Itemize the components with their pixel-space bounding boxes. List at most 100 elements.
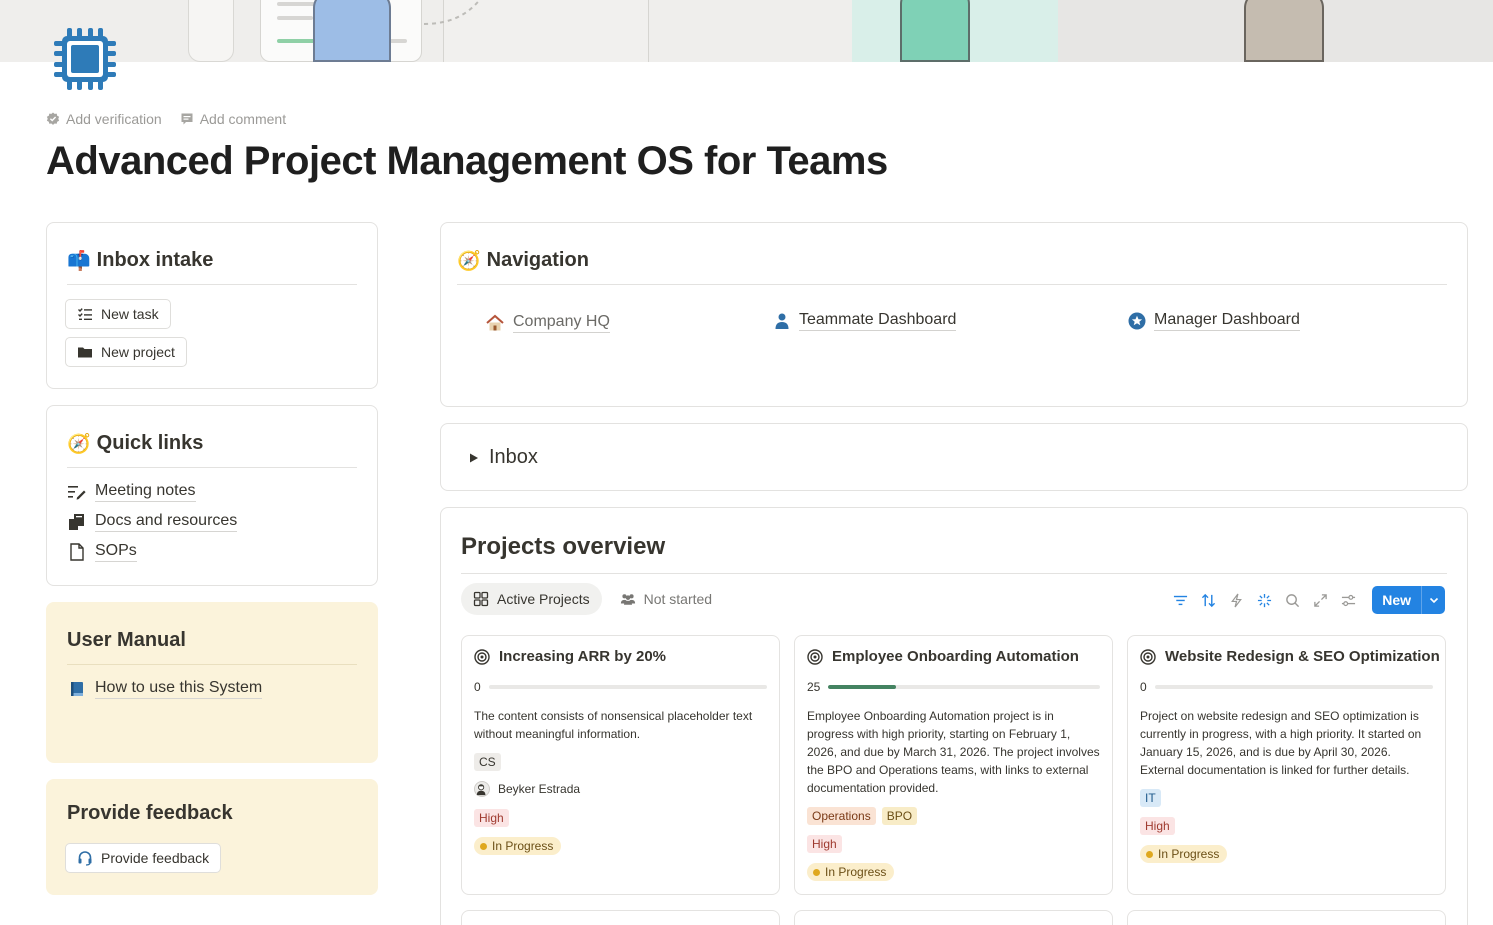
target-icon	[474, 648, 490, 665]
cover-illustration-panel	[1058, 0, 1493, 62]
manager-dashboard-link[interactable]: Manager Dashboard	[1128, 311, 1300, 331]
team-tag: Operations	[807, 807, 876, 825]
team-tags: IT	[1140, 789, 1161, 807]
tab-active-projects[interactable]: Active Projects	[461, 583, 602, 615]
how-to-use-label: How to use this System	[95, 679, 263, 699]
meeting-notes-link[interactable]: Meeting notes	[67, 482, 196, 502]
navigation-card: 🧭 Navigation Company HQ Teammate Dashboa…	[440, 222, 1468, 407]
docs-resources-link[interactable]: Docs and resources	[67, 512, 238, 532]
add-comment-button[interactable]: Add comment	[180, 111, 286, 127]
project-card[interactable]	[1127, 910, 1446, 925]
new-task-button[interactable]: New task	[65, 299, 171, 329]
projects-overview-card: Projects overview Active Projects Not st…	[440, 507, 1468, 925]
project-card[interactable]: Increasing ARR by 20% 0 The content cons…	[461, 635, 780, 895]
triangle-right-icon	[470, 453, 478, 462]
avatar	[474, 781, 490, 797]
documents-icon	[69, 514, 84, 530]
project-card[interactable]: Employee Onboarding Automation 25 Employ…	[794, 635, 1113, 895]
tab-not-started-label: Not started	[643, 591, 713, 607]
project-card[interactable]	[461, 910, 780, 925]
task-list-icon	[78, 308, 92, 320]
compass-icon: 🧭	[67, 433, 91, 455]
quick-links-card: 🧭 Quick links Meeting notes Docs and res…	[46, 405, 378, 586]
sort-icon[interactable]	[1198, 590, 1218, 610]
inbox-intake-header: 📫 Inbox intake	[67, 243, 357, 285]
star-badge-icon	[1128, 312, 1146, 330]
project-description: Project on website redesign and SEO opti…	[1140, 709, 1422, 777]
project-card[interactable]	[794, 910, 1113, 925]
expand-icon[interactable]	[1310, 590, 1330, 610]
feedback-card: Provide feedback Provide feedback	[46, 779, 378, 895]
project-card-title: Website Redesign & SEO Optimization	[1140, 648, 1440, 665]
status-label: In Progress	[825, 865, 887, 879]
project-owner[interactable]: Beyker Estrada	[474, 781, 580, 797]
feedback-title: Provide feedback	[67, 802, 233, 824]
team-tags: CS	[474, 753, 501, 771]
quick-links-title: Quick links	[96, 432, 204, 454]
projects-overview-title: Projects overview	[461, 532, 666, 560]
status-row: In Progress	[1140, 845, 1228, 863]
settings-sliders-icon[interactable]	[1338, 590, 1358, 610]
folder-icon	[78, 347, 92, 358]
status-row: In Progress	[474, 837, 562, 855]
user-manual-header: User Manual	[67, 623, 357, 665]
progress-bar	[828, 685, 1100, 689]
team-tag: IT	[1140, 789, 1161, 807]
people-icon	[620, 594, 635, 605]
cover-illustration-panel	[424, 0, 649, 62]
automation-icon[interactable]	[1226, 590, 1246, 610]
new-record-button[interactable]: New	[1372, 586, 1445, 614]
page-title: Advanced Project Management OS for Teams	[46, 139, 888, 183]
progress-value: 0	[474, 680, 481, 694]
cover-image	[0, 0, 1493, 62]
comment-icon	[181, 113, 193, 125]
inbox-intake-card: 📫 Inbox intake New task New project	[46, 222, 378, 389]
notes-pen-icon	[68, 486, 86, 500]
team-tag: CS	[474, 753, 501, 771]
project-progress: 0	[474, 680, 767, 694]
priority-row: High	[1140, 817, 1175, 835]
priority-row: High	[807, 835, 842, 853]
headset-icon	[78, 851, 92, 866]
status-label: In Progress	[492, 839, 554, 853]
inbox-toggle[interactable]: Inbox	[440, 423, 1468, 491]
user-manual-title: User Manual	[67, 629, 186, 651]
add-verification-button[interactable]: Add verification	[46, 111, 162, 127]
new-task-label: New task	[101, 306, 159, 322]
compass-icon: 🧭	[457, 250, 481, 272]
cpu-chip-icon[interactable]	[52, 26, 118, 92]
chevron-down-icon[interactable]	[1421, 586, 1445, 614]
sops-link[interactable]: SOPs	[67, 542, 137, 562]
navigation-title: Navigation	[486, 249, 589, 271]
new-project-label: New project	[101, 344, 175, 360]
teammate-dashboard-link[interactable]: Teammate Dashboard	[773, 311, 957, 331]
status-badge: In Progress	[1140, 845, 1228, 863]
view-tabs: Active Projects Not started	[461, 583, 724, 615]
company-hq-link[interactable]: Company HQ	[485, 313, 610, 333]
progress-value: 0	[1140, 680, 1147, 694]
add-comment-label: Add comment	[199, 111, 287, 127]
company-hq-label: Company HQ	[513, 313, 610, 333]
status-label: In Progress	[1158, 847, 1220, 861]
how-to-use-link[interactable]: How to use this System	[67, 679, 263, 699]
add-verification-label: Add verification	[66, 111, 162, 127]
book-icon	[71, 682, 83, 696]
meeting-notes-label: Meeting notes	[95, 482, 196, 502]
docs-resources-label: Docs and resources	[95, 512, 238, 532]
tab-not-started[interactable]: Not started	[608, 583, 724, 615]
project-description: Employee Onboarding Automation project i…	[807, 709, 1100, 795]
project-card[interactable]: Website Redesign & SEO Optimization 0 Pr…	[1127, 635, 1446, 895]
project-title-text: Employee Onboarding Automation	[832, 648, 1079, 665]
search-icon[interactable]	[1282, 590, 1302, 610]
team-tags: Operations BPO	[807, 807, 918, 825]
provide-feedback-button[interactable]: Provide feedback	[65, 843, 222, 873]
provide-feedback-label: Provide feedback	[101, 850, 210, 866]
new-project-button[interactable]: New project	[65, 337, 187, 367]
cover-illustration-panel	[260, 0, 422, 62]
project-card-title: Increasing ARR by 20%	[474, 648, 666, 665]
priority-tag: High	[807, 835, 842, 853]
filter-icon[interactable]	[1170, 590, 1190, 610]
verified-badge-icon	[46, 112, 60, 125]
ai-sparkle-icon[interactable]	[1254, 590, 1274, 610]
status-badge: In Progress	[474, 837, 562, 855]
